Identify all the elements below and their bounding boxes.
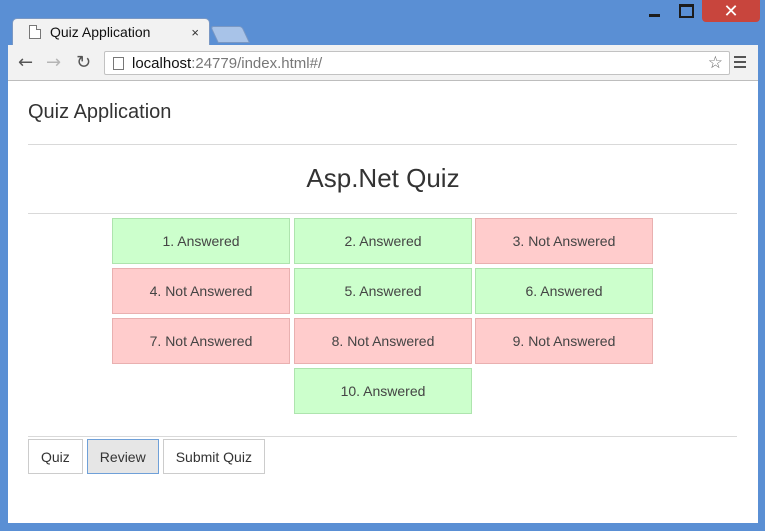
- tab-strip: Quiz Application ×: [8, 18, 765, 45]
- bookmark-star-icon[interactable]: ☆: [708, 53, 723, 73]
- divider: [28, 436, 737, 437]
- browser-tab[interactable]: Quiz Application ×: [12, 18, 210, 45]
- question-button-9[interactable]: 9. Not Answered: [475, 318, 653, 364]
- back-arrow-icon[interactable]: ←: [18, 52, 33, 73]
- question-button-1[interactable]: 1. Answered: [112, 218, 290, 264]
- question-button-2[interactable]: 2. Answered: [294, 218, 472, 264]
- quiz-button[interactable]: Quiz: [28, 439, 83, 474]
- page-icon: [29, 25, 41, 39]
- page-icon: [113, 56, 124, 70]
- reload-icon[interactable]: ↻: [76, 52, 91, 73]
- question-button-6[interactable]: 6. Answered: [475, 268, 653, 314]
- quiz-title: Asp.Net Quiz: [306, 163, 460, 193]
- review-button[interactable]: Review: [86, 439, 159, 474]
- question-button-4[interactable]: 4. Not Answered: [112, 268, 290, 314]
- browser-toolbar: ← → ↻ localhost:24779/index.html#/ ☆: [8, 45, 758, 81]
- page-content: Quiz Application Asp.Net Quiz 1. Answere…: [8, 81, 758, 523]
- action-bar: Quiz Review Submit Quiz: [28, 439, 265, 474]
- divider: [28, 144, 737, 145]
- minimize-icon: [648, 13, 660, 17]
- tab-close-icon[interactable]: ×: [191, 25, 199, 40]
- tab-title: Quiz Application: [50, 24, 151, 40]
- question-button-3[interactable]: 3. Not Answered: [475, 218, 653, 264]
- app-title: Quiz Application: [28, 101, 172, 123]
- submit-quiz-button[interactable]: Submit Quiz: [162, 439, 265, 474]
- divider: [28, 213, 737, 214]
- forward-arrow-icon[interactable]: →: [46, 52, 61, 73]
- maximize-icon: [678, 4, 694, 18]
- question-button-5[interactable]: 5. Answered: [294, 268, 472, 314]
- question-button-8[interactable]: 8. Not Answered: [294, 318, 472, 364]
- menu-icon[interactable]: [734, 56, 746, 71]
- url-path: :24779/index.html#/: [191, 54, 323, 72]
- new-tab-button[interactable]: [210, 26, 250, 43]
- address-bar[interactable]: localhost:24779/index.html#/ ☆: [104, 51, 730, 75]
- url-host: localhost: [132, 54, 192, 72]
- question-button-10[interactable]: 10. Answered: [294, 368, 472, 414]
- question-button-7[interactable]: 7. Not Answered: [112, 318, 290, 364]
